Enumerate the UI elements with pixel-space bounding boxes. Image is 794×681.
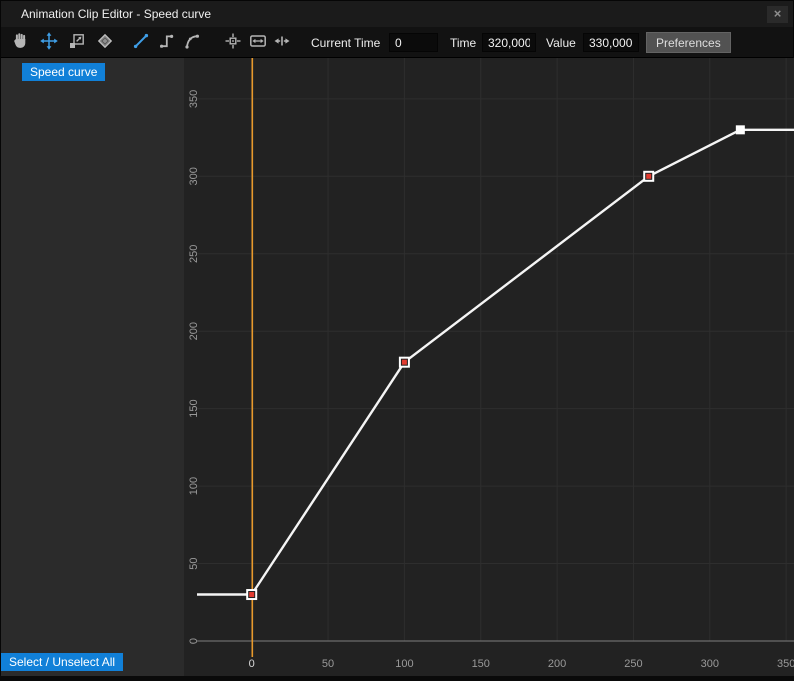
window-title: Animation Clip Editor - Speed curve [21, 1, 211, 27]
keyframe-icon [96, 32, 114, 55]
animation-clip-editor-window: Animation Clip Editor - Speed curve × Cu… [0, 0, 794, 675]
current-time-label: Current Time [311, 27, 380, 58]
focus-icon [224, 32, 242, 55]
y-axis-tick-label: 0 [188, 638, 200, 644]
preferences-button[interactable]: Preferences [646, 32, 731, 53]
keyframe-tool-button[interactable] [95, 33, 115, 53]
x-axis-tick-label: 350 [777, 658, 794, 670]
x-axis-tick-label: 0 [249, 658, 255, 670]
move-icon [40, 32, 58, 55]
move-tool-button[interactable] [39, 33, 59, 53]
scale-icon [68, 32, 86, 55]
step-icon [158, 32, 176, 55]
y-axis-tick-label: 50 [188, 557, 200, 569]
y-axis-tick-label: 200 [188, 322, 200, 340]
value-input[interactable] [583, 33, 639, 52]
toolbar: Current Time Time Value Preferences [1, 27, 793, 58]
curve-list-sidebar: Speed curve Select / Unselect All [1, 58, 184, 676]
pan-icon [12, 32, 30, 55]
speed-curve-line[interactable] [197, 130, 794, 595]
y-axis-tick-label: 100 [188, 477, 200, 495]
title-bar: Animation Clip Editor - Speed curve × [1, 1, 793, 27]
y-axis-tick-label: 350 [188, 90, 200, 108]
frame-horizontal-tool-button[interactable] [248, 33, 268, 53]
y-axis-tick-label: 300 [188, 167, 200, 185]
expand-horizontal-tool-button[interactable] [272, 33, 292, 53]
speed-curve-chart[interactable]: 0 50 100 150 200 250 300 350 0 50 100 150 200 250 300 3… [184, 58, 794, 676]
keyframe-point-core [402, 360, 407, 365]
keyframe-point-core [646, 174, 651, 179]
time-input[interactable] [482, 33, 536, 52]
close-icon[interactable]: × [767, 6, 788, 23]
step-tool-button[interactable] [157, 33, 177, 53]
expand-horizontal-icon [273, 32, 291, 55]
spline-icon [183, 32, 201, 55]
linear-icon [132, 32, 150, 55]
frame-horizontal-icon [249, 32, 267, 55]
y-axis-tick-label: 250 [188, 245, 200, 263]
y-axis-tick-label: 150 [188, 399, 200, 417]
x-axis-tick-label: 300 [701, 658, 719, 670]
x-axis-tick-label: 100 [395, 658, 413, 670]
select-unselect-all-button[interactable]: Select / Unselect All [1, 653, 123, 671]
curve-editor-canvas[interactable]: 0 50 100 150 200 250 300 350 0 50 100 150 200 250 300 3… [184, 58, 794, 676]
linear-tool-button[interactable] [131, 33, 151, 53]
x-axis-tick-label: 250 [624, 658, 642, 670]
focus-tool-button[interactable] [223, 33, 243, 53]
x-axis-tick-label: 200 [548, 658, 566, 670]
x-axis-tick-label: 150 [472, 658, 490, 670]
value-label: Value [546, 27, 576, 58]
time-label: Time [450, 27, 476, 58]
keyframe-point-selected[interactable] [736, 125, 745, 134]
scale-tool-button[interactable] [67, 33, 87, 53]
spline-tool-button[interactable] [182, 33, 202, 53]
pan-tool-button[interactable] [11, 33, 31, 53]
curve-chip-speed-curve[interactable]: Speed curve [22, 63, 105, 81]
x-axis-tick-label: 50 [322, 658, 334, 670]
current-time-input[interactable] [389, 33, 438, 52]
keyframe-point-core [249, 592, 254, 597]
